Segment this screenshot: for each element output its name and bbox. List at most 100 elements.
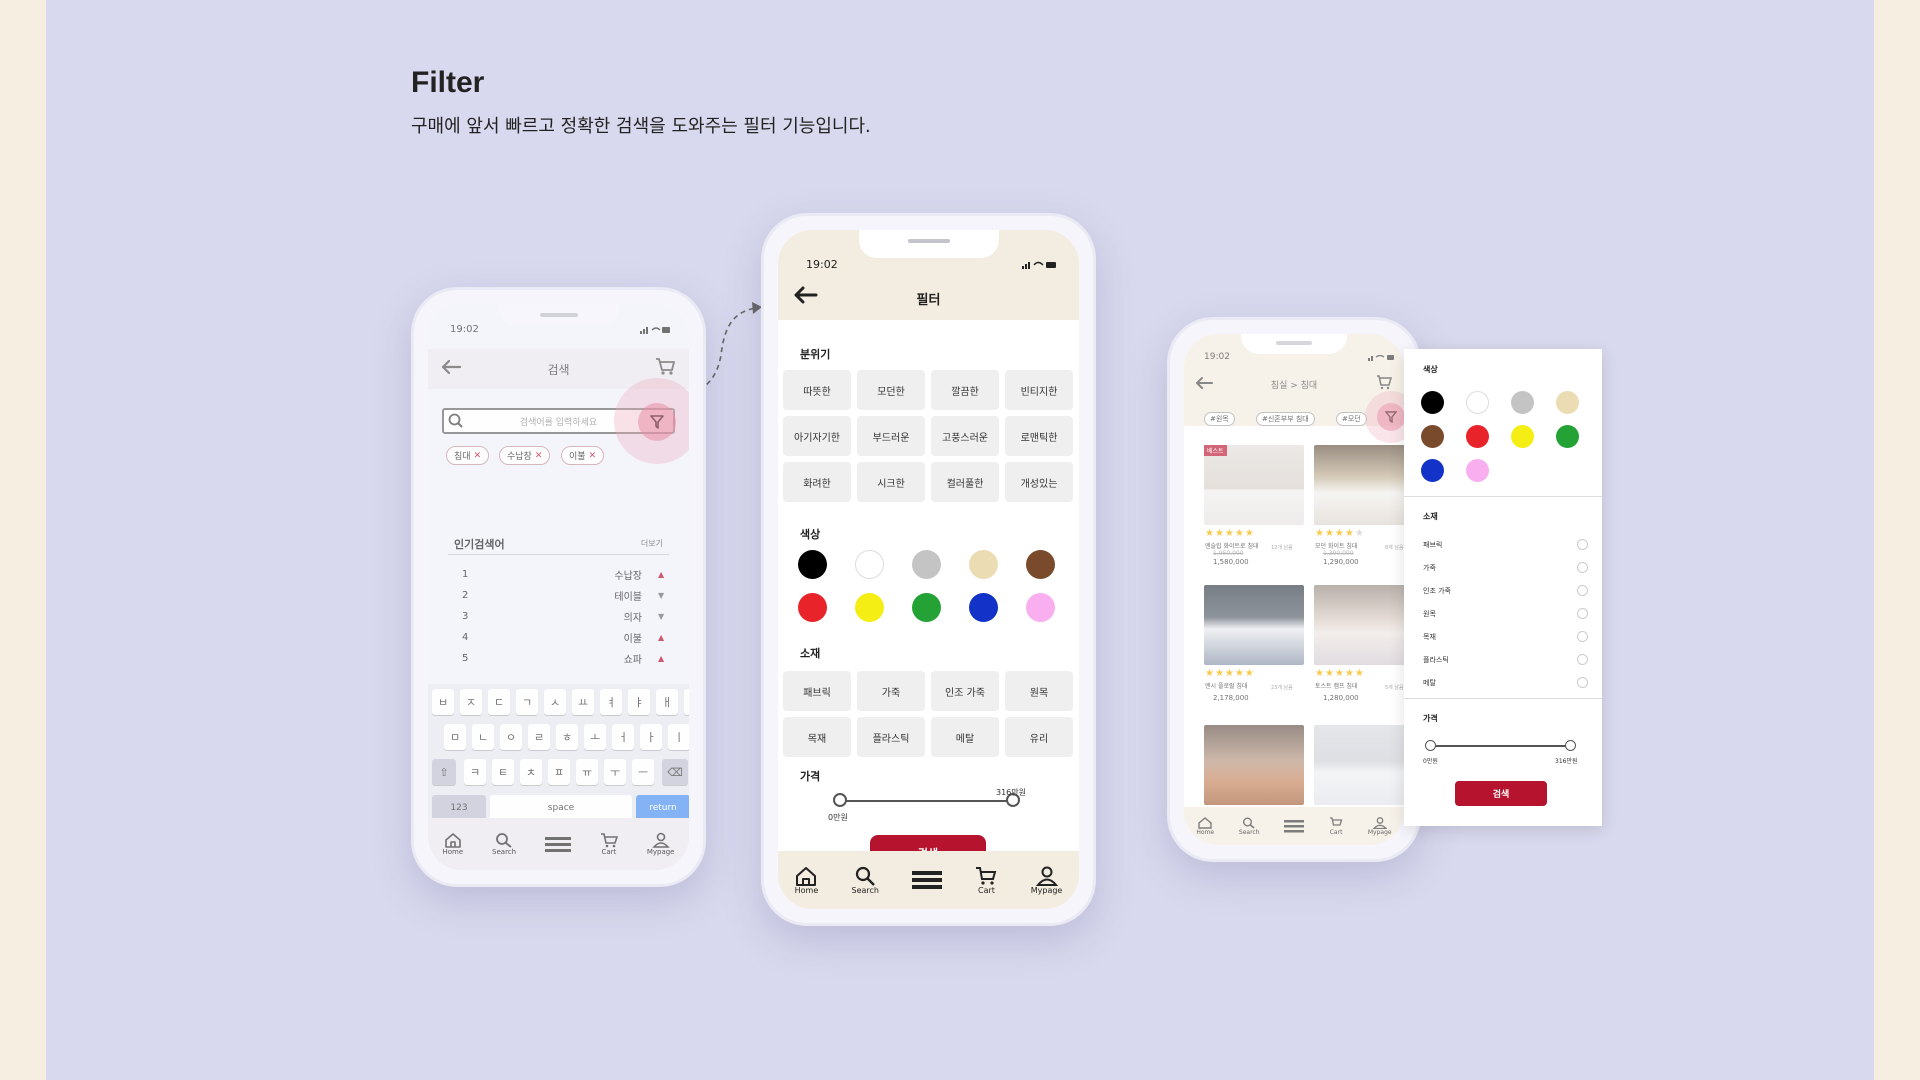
radio-button[interactable] [1577,631,1588,642]
product-image[interactable] [1314,445,1404,525]
product-name[interactable]: 엔슬립 화이트로 침대 [1205,541,1259,550]
color-swatch[interactable] [1026,550,1055,579]
radio-button[interactable] [1577,539,1588,550]
mood-chip[interactable]: 깔끔한 [931,370,999,410]
more-link[interactable]: 더보기 [641,538,663,549]
list-item[interactable]: 5 쇼파 ▲ [462,648,672,669]
color-swatch[interactable] [855,593,884,622]
material-option[interactable]: 메탈 [1423,671,1588,694]
tab-menu-icon[interactable] [545,835,571,853]
product-name[interactable]: 엔시 플로럴 침대 [1205,681,1247,690]
keyboard-key[interactable]: ㅅ [544,689,566,715]
keyboard-key[interactable]: ㅔ [684,689,689,715]
search-tag[interactable]: 수납장 ✕ [499,446,551,465]
panel-price-min-handle[interactable] [1425,740,1436,751]
material-chip[interactable]: 가죽 [857,671,925,711]
search-tag[interactable]: 이불 ✕ [561,446,605,465]
mood-chip[interactable]: 로맨틱한 [1005,416,1073,456]
tab-search[interactable]: Search [852,866,879,895]
color-swatch[interactable] [969,593,998,622]
keyboard-key[interactable]: ㅓ [612,724,634,750]
material-chip[interactable]: 패브릭 [783,671,851,711]
tab-search[interactable]: Search [492,832,516,856]
radio-button[interactable] [1577,585,1588,596]
keyboard-key[interactable]: ㅊ [520,759,542,785]
color-swatch[interactable] [798,550,827,579]
mood-chip[interactable]: 시크한 [857,462,925,502]
product-image[interactable] [1314,725,1404,805]
keyboard-key[interactable]: ㄹ [528,724,550,750]
color-swatch[interactable] [1421,391,1444,414]
mood-chip[interactable]: 화려한 [783,462,851,502]
product-name[interactable]: 토스트 캠프 침대 [1315,681,1357,690]
panel-price-max-handle[interactable] [1565,740,1576,751]
price-min-handle[interactable] [833,793,847,807]
material-chip[interactable]: 유리 [1005,717,1073,757]
mood-chip[interactable]: 고풍스러운 [931,416,999,456]
color-swatch[interactable] [1556,391,1579,414]
product-image[interactable] [1204,725,1304,805]
mood-chip[interactable]: 개성있는 [1005,462,1073,502]
filter-icon[interactable] [638,403,676,441]
search-tag[interactable]: 침대 ✕ [446,446,490,465]
keyboard-key[interactable]: ㅡ [632,759,654,785]
color-swatch[interactable] [1556,425,1579,448]
tab-mypage[interactable]: Mypage [647,832,674,856]
keyboard-key[interactable]: ㄱ [516,689,538,715]
material-option[interactable]: 인조 가죽 [1423,579,1588,602]
panel-search-button[interactable]: 검색 [1455,781,1547,806]
keyboard-key[interactable]: ㅑ [628,689,650,715]
panel-price-slider[interactable] [1431,745,1570,747]
keyboard-key[interactable]: ㅁ [444,724,466,750]
price-slider[interactable] [840,800,1012,802]
color-swatch[interactable] [1466,391,1489,414]
mood-chip[interactable]: 부드러운 [857,416,925,456]
list-item[interactable]: 3 의자 ▼ [462,606,672,627]
remove-tag-icon[interactable]: ✕ [589,451,597,461]
material-option[interactable]: 패브릭 [1423,533,1588,556]
list-item[interactable]: 2 테이블 ▼ [462,585,672,606]
remove-tag-icon[interactable]: ✕ [474,451,482,461]
tab-menu-icon[interactable] [1284,819,1305,833]
color-swatch[interactable] [1511,425,1534,448]
filter-icon[interactable] [1377,403,1404,431]
product-name[interactable]: 모던 화이트 침대 [1315,541,1357,550]
keyboard-key[interactable]: ㅋ [464,759,486,785]
mood-chip[interactable]: 모던한 [857,370,925,410]
keyboard-key[interactable]: ㅏ [640,724,662,750]
tab-home[interactable]: Home [442,832,463,856]
product-image[interactable] [1314,585,1404,665]
keyboard-key[interactable]: ㅌ [492,759,514,785]
keyboard-key[interactable]: ㅎ [556,724,578,750]
color-swatch[interactable] [1421,425,1444,448]
backspace-key[interactable]: ⌫ [662,759,688,785]
tab-cart[interactable]: Cart [975,866,997,895]
keyboard-key[interactable]: ㅠ [576,759,598,785]
material-chip[interactable]: 원목 [1005,671,1073,711]
tab-cart[interactable]: Cart [600,832,618,856]
material-option[interactable]: 플라스틱 [1423,648,1588,671]
radio-button[interactable] [1577,608,1588,619]
tab-search[interactable]: Search [1239,817,1260,836]
tab-home[interactable]: Home [1196,816,1214,836]
keyboard-key[interactable]: ㅣ [668,724,689,750]
tab-menu-icon[interactable] [912,869,943,891]
product-image[interactable] [1204,585,1304,665]
color-swatch[interactable] [912,550,941,579]
color-swatch[interactable] [1026,593,1055,622]
radio-button[interactable] [1577,562,1588,573]
mood-chip[interactable]: 빈티지한 [1005,370,1073,410]
keyboard-key[interactable]: ㄷ [488,689,510,715]
material-chip[interactable]: 메탈 [931,717,999,757]
hashtag[interactable]: #신혼부부 침대 [1256,412,1315,426]
remove-tag-icon[interactable]: ✕ [535,451,543,461]
material-chip[interactable]: 인조 가죽 [931,671,999,711]
hashtag[interactable]: #원목 [1204,412,1235,426]
material-option[interactable]: 원목 [1423,602,1588,625]
color-swatch[interactable] [1466,425,1489,448]
color-swatch[interactable] [1466,459,1489,482]
keyboard-key[interactable]: ㅗ [584,724,606,750]
keyboard-key[interactable]: ㅛ [572,689,594,715]
tab-cart[interactable]: Cart [1329,816,1343,836]
color-swatch[interactable] [969,550,998,579]
